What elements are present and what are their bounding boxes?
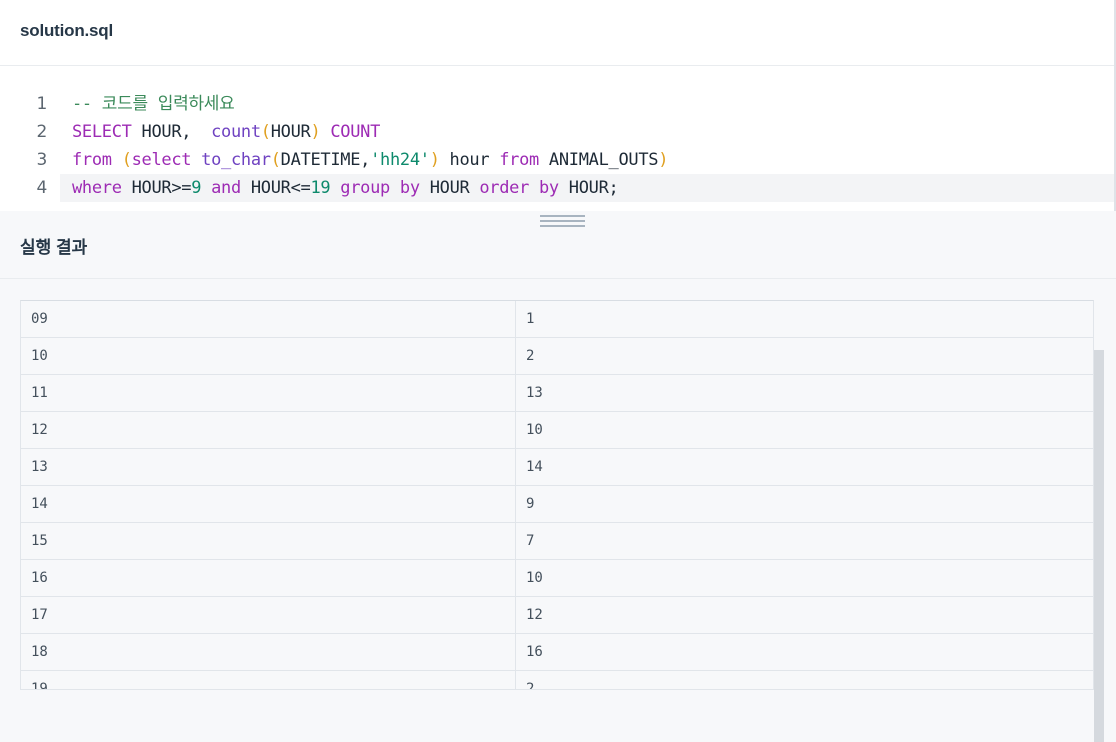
code-token: HOUR [419, 178, 480, 198]
table-row: 15 7 [21, 523, 1093, 560]
code-token: ( [260, 122, 271, 142]
code-token: from [72, 150, 112, 170]
code-token: 'hh24' [370, 150, 430, 170]
code-token: order by [479, 178, 559, 198]
count-cell: 2 [526, 348, 535, 364]
table-row: 09 1 [21, 301, 1093, 338]
table-row: 16 10 [21, 560, 1093, 597]
code-line[interactable]: 2 SELECT HOUR, count(HOUR) COUNT [0, 118, 1114, 146]
table-row: 17 12 [21, 597, 1093, 634]
code-token: hour [439, 150, 500, 170]
line-number: 4 [36, 178, 47, 198]
line-number: 1 [36, 94, 47, 114]
code-line[interactable]: 3 from (select to_char(DATETIME,'hh24') h… [0, 146, 1114, 174]
count-cell: 16 [526, 644, 543, 660]
code-token: ) [658, 150, 669, 170]
hour-cell: 18 [31, 644, 48, 660]
code-token: group by [340, 178, 420, 198]
code-token: HOUR, [131, 122, 212, 142]
code-token: HOUR<= [240, 178, 311, 198]
code-token: select [131, 150, 192, 170]
resize-handle-icon[interactable] [540, 215, 585, 229]
hour-cell: 19 [31, 681, 48, 690]
results-scrollbar[interactable] [1094, 350, 1104, 742]
code-token: HOUR [270, 122, 311, 142]
file-name: solution.sql [20, 21, 113, 40]
code-token: ) [429, 150, 440, 170]
line-number: 3 [36, 150, 47, 170]
table-row: 13 14 [21, 449, 1093, 486]
code-token: -- 코드를 입력하세요 [72, 94, 235, 114]
hour-cell: 16 [31, 570, 48, 586]
results-title: 실행 결과 [20, 238, 88, 257]
table-row: 10 2 [21, 338, 1093, 375]
count-cell: 14 [526, 459, 543, 475]
code-text: where HOUR>=9 and HOUR<=19 group by HOUR… [72, 174, 619, 202]
hour-cell: 14 [31, 496, 48, 512]
hour-cell: 15 [31, 533, 48, 549]
code-text: -- 코드를 입력하세요 [72, 90, 235, 118]
code-token: where [72, 178, 122, 198]
code-line[interactable]: 4 where HOUR>=9 and HOUR<=19 group by HOU… [36, 174, 1114, 202]
count-cell: 12 [526, 607, 543, 623]
hour-cell: 11 [31, 385, 48, 401]
code-token: HOUR; [558, 178, 619, 198]
code-token: ) [310, 122, 321, 142]
hour-cell: 17 [31, 607, 48, 623]
hour-cell: 12 [31, 422, 48, 438]
code-token: DATETIME, [280, 150, 371, 170]
count-cell: 10 [526, 422, 543, 438]
code-token: HOUR>= [121, 178, 192, 198]
hour-cell: 09 [31, 311, 48, 327]
code-token: SELECT [72, 122, 132, 142]
count-cell: 13 [526, 385, 543, 401]
code-token: ( [270, 150, 281, 170]
table-row: 11 13 [21, 375, 1093, 412]
code-token: ( [121, 150, 132, 170]
code-token: 9 [191, 178, 202, 198]
count-cell: 1 [526, 311, 535, 327]
code-token: ANIMAL_OUTS [538, 150, 659, 170]
table-row: 18 16 [21, 634, 1093, 671]
file-header: solution.sql [0, 0, 1116, 66]
code-token: from [499, 150, 539, 170]
results-table: 09 1 10 2 11 13 12 10 13 14 14 9 15 7 16 10 17 12 18 16 19 2 [20, 300, 1094, 690]
code-token: and [211, 178, 241, 198]
code-token: COUNT [320, 122, 381, 142]
count-cell: 2 [526, 681, 535, 690]
table-row: 12 10 [21, 412, 1093, 449]
count-cell: 10 [526, 570, 543, 586]
code-token: 19 [310, 178, 331, 198]
results-panel: 09 1 10 2 11 13 12 10 13 14 14 9 15 7 16 10 17 12 18 16 19 2 [0, 279, 1116, 742]
table-row: 19 2 [21, 671, 1093, 690]
table-row: 14 9 [21, 486, 1093, 523]
count-cell: 9 [526, 496, 535, 512]
code-text: from (select to_char(DATETIME,'hh24') ho… [72, 146, 668, 174]
code-token: count [211, 122, 261, 142]
line-number: 2 [36, 122, 47, 142]
count-cell: 7 [526, 533, 535, 549]
hour-cell: 13 [31, 459, 48, 475]
code-editor[interactable]: 1 -- 코드를 입력하세요 2 SELECT HOUR, count(HOUR) C… [0, 66, 1116, 211]
code-line[interactable]: 1 -- 코드를 입력하세요 [0, 90, 1114, 118]
code-text: SELECT HOUR, count(HOUR) COUNT [72, 118, 380, 146]
hour-cell: 10 [31, 348, 48, 364]
code-token: to_char [201, 150, 271, 170]
